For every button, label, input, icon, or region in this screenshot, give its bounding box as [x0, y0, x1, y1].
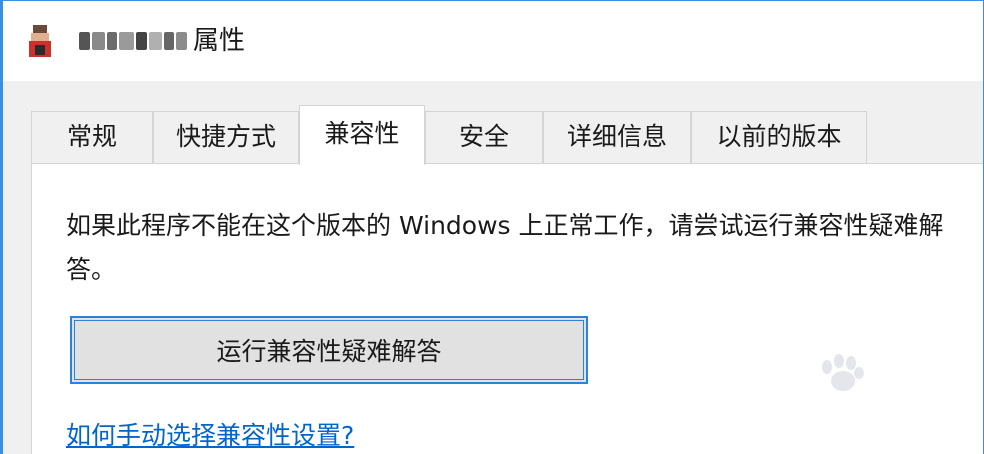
window-title: 属性	[193, 26, 246, 56]
tab-previous-versions[interactable]: 以前的版本	[691, 111, 867, 163]
tab-details[interactable]: 详细信息	[543, 111, 691, 163]
properties-window: 属性 常规 快捷方式 兼容性 安全 详细信息 以前的版本 如果此程序不能在这个版…	[0, 0, 984, 454]
tab-compatibility[interactable]: 兼容性	[299, 105, 425, 165]
app-icon	[27, 23, 67, 59]
tab-security[interactable]: 安全	[425, 111, 543, 163]
blurred-app-name	[79, 31, 188, 51]
run-troubleshooter-button[interactable]: 运行兼容性疑难解答	[70, 316, 588, 384]
tab-general[interactable]: 常规	[31, 111, 153, 163]
compatibility-description: 如果此程序不能在这个版本的 Windows 上正常工作，请尝试运行兼容性疑难解答…	[66, 211, 944, 284]
tab-strip: 常规 快捷方式 兼容性 安全 详细信息 以前的版本	[31, 105, 971, 165]
tab-shortcut[interactable]: 快捷方式	[153, 111, 299, 163]
title-bar: 属性	[3, 1, 983, 81]
baidu-watermark	[755, 347, 955, 437]
manual-settings-link[interactable]: 如何手动选择兼容性设置?	[66, 416, 354, 452]
